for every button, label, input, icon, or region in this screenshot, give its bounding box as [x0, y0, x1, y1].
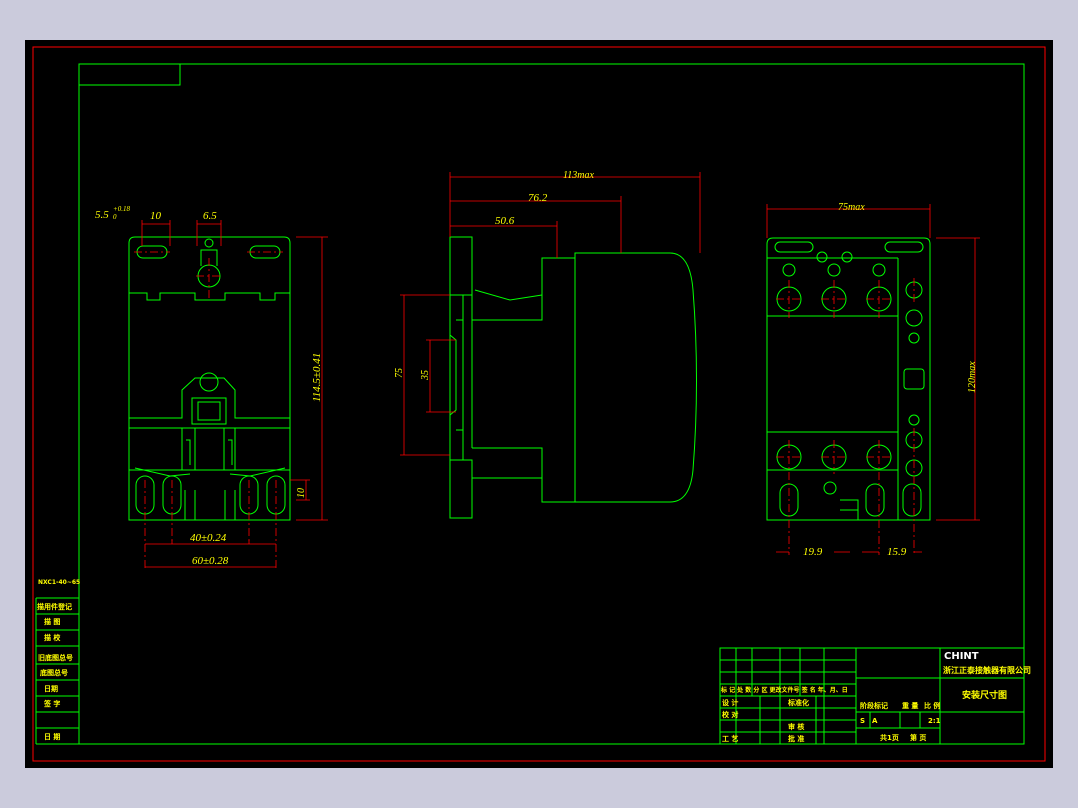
front-base-outer: 60±0.28: [192, 555, 229, 567]
side-mid: 76.2: [528, 192, 548, 204]
tb-weight-label: 重 量: [902, 701, 918, 710]
left-model: NXC1-40~65: [38, 579, 80, 586]
front-slot-tol-lower: 0: [113, 213, 117, 221]
side-overall: 113max: [563, 170, 594, 181]
tb-stage-label: 阶段标记: [860, 701, 888, 710]
left-row-6: 日期: [44, 684, 58, 693]
tb-check: 校 对: [722, 710, 738, 719]
front-slot-tol-upper: +0.18: [113, 205, 130, 213]
left-row-8: 日 期: [44, 732, 60, 741]
tb-scale-label: 比 例: [924, 701, 940, 710]
back-height: 120max: [967, 361, 978, 393]
tb-drawing-name: 安装尺寸图: [962, 689, 1007, 701]
left-row-2: 描 图: [44, 617, 60, 626]
tb-stage-s: S: [860, 717, 865, 725]
tb-scale: 2:1: [928, 717, 941, 725]
tb-sheet-no: 第 页: [910, 733, 926, 742]
tb-design: 设 计: [722, 698, 738, 707]
tb-std: 标准化: [787, 698, 809, 707]
left-row-3: 描 校: [44, 633, 61, 642]
front-slot-dia: 5.5: [95, 209, 109, 221]
drawing-paper: [25, 40, 1053, 768]
left-row-7: 签 字: [43, 699, 60, 708]
back-width: 75max: [838, 202, 865, 213]
left-row-5: 底图总号: [40, 668, 68, 677]
tb-stage-a: A: [872, 717, 878, 725]
tb-process: 工 艺: [722, 734, 738, 743]
front-base-inner: 40±0.24: [190, 532, 227, 544]
front-slot-length: 10: [150, 210, 162, 222]
cad-drawing-sheet: 5.5 +0.18 0 10 6.5 114.5±0.41 10 40±0.24…: [25, 40, 1053, 768]
front-foot: 10: [296, 488, 307, 498]
tb-audit: 审 核: [788, 722, 804, 731]
left-row-4: 旧底图总号: [38, 653, 73, 662]
tb-header-row: 标 记 处 数 分 区 更改文件号 签 名 年、月、日: [720, 686, 848, 694]
tb-company: 浙江正泰接触器有限公司: [943, 665, 1031, 675]
left-row-1: 描用件登记: [37, 602, 72, 611]
tb-logo: CHINT: [944, 651, 979, 662]
side-near: 50.6: [495, 215, 515, 227]
back-pitch-left: 19.9: [803, 546, 823, 558]
side-rail-outer: 75: [394, 368, 405, 378]
side-rail-inner: 35: [420, 370, 431, 381]
tb-approve: 批 准: [788, 734, 804, 743]
back-pitch-right: 15.9: [887, 546, 907, 558]
tb-sheets: 共1页: [880, 733, 899, 742]
front-height: 114.5±0.41: [311, 353, 323, 402]
front-hole-dia: 6.5: [203, 210, 217, 222]
